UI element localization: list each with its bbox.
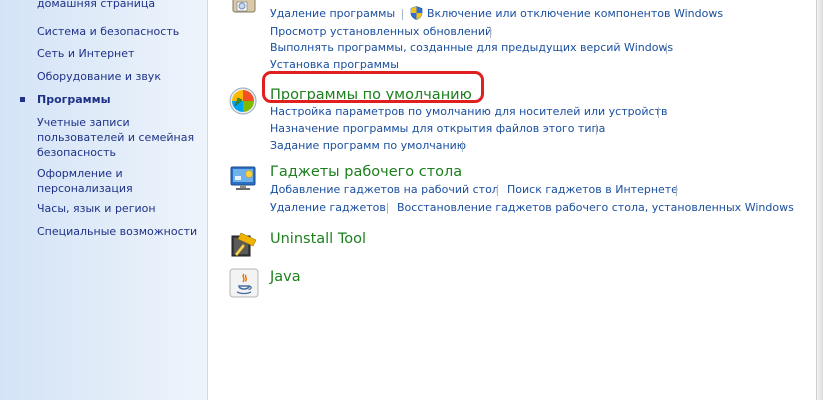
view-updates-link[interactable]: Просмотр установленных обновлений <box>270 25 492 39</box>
red-highlight-outline <box>262 71 484 103</box>
separator <box>497 185 498 196</box>
java-title[interactable]: Java <box>270 268 301 286</box>
sidebar-item-hardware-sound[interactable]: Оборудование и звук <box>37 69 202 84</box>
sidebar-item-user-accounts[interactable]: Учетные записи пользователей и семейная … <box>37 115 197 160</box>
separator <box>676 185 677 196</box>
separator <box>387 203 388 214</box>
desktop-gadgets-title[interactable]: Гаджеты рабочего стола <box>270 163 462 181</box>
active-bullet-icon <box>20 97 25 102</box>
uninstall-tool-icon[interactable] <box>229 230 259 260</box>
sidebar-item-system-security[interactable]: Система и безопасность <box>37 24 202 39</box>
find-gadgets-online-link[interactable]: Поиск гаджетов в Интернете <box>507 183 678 197</box>
sidebar-item-accessibility[interactable]: Специальные возможности <box>37 224 202 239</box>
window-right-border <box>816 0 823 400</box>
java-icon[interactable] <box>229 268 259 298</box>
sidebar-item-programs[interactable]: Программы <box>37 92 202 107</box>
restore-gadgets-link[interactable]: Восстановление гаджетов рабочего стола, … <box>397 201 794 215</box>
sidebar-item-network[interactable]: Сеть и Интернет <box>37 46 202 61</box>
sidebar-item-clock-language[interactable]: Часы, язык и регион <box>37 201 202 216</box>
separator <box>462 141 463 152</box>
separator <box>490 27 491 38</box>
uninstall-program-link[interactable]: Удаление программы <box>270 7 395 21</box>
uac-shield-icon <box>410 6 423 20</box>
programs-box-icon[interactable] <box>229 0 259 18</box>
desktop-gadgets-icon[interactable] <box>229 163 259 193</box>
install-program-link[interactable]: Установка программы <box>270 58 399 72</box>
uninstall-tool-title[interactable]: Uninstall Tool <box>270 230 366 248</box>
separator <box>402 9 403 20</box>
sidebar-item-home[interactable]: домашняя страница <box>37 0 202 11</box>
compatibility-link[interactable]: Выполнять программы, созданные для преды… <box>270 41 673 55</box>
navigation-pane: домашняя страница Система и безопасность… <box>0 0 208 400</box>
add-gadgets-link[interactable]: Добавление гаджетов на рабочий стол <box>270 183 499 197</box>
separator <box>666 43 667 54</box>
separator <box>596 124 597 135</box>
separator <box>658 107 659 118</box>
file-association-link[interactable]: Назначение программы для открытия файлов… <box>270 122 605 136</box>
set-default-programs-link[interactable]: Задание программ по умолчанию <box>270 139 466 153</box>
default-programs-icon[interactable] <box>228 86 258 116</box>
autoplay-settings-link[interactable]: Настройка параметров по умолчанию для но… <box>270 105 667 119</box>
windows-features-link[interactable]: Включение или отключение компонентов Win… <box>427 7 723 21</box>
sidebar-item-appearance[interactable]: Оформление и персонализация <box>37 166 147 196</box>
uninstall-gadgets-link[interactable]: Удаление гаджетов <box>270 201 386 215</box>
